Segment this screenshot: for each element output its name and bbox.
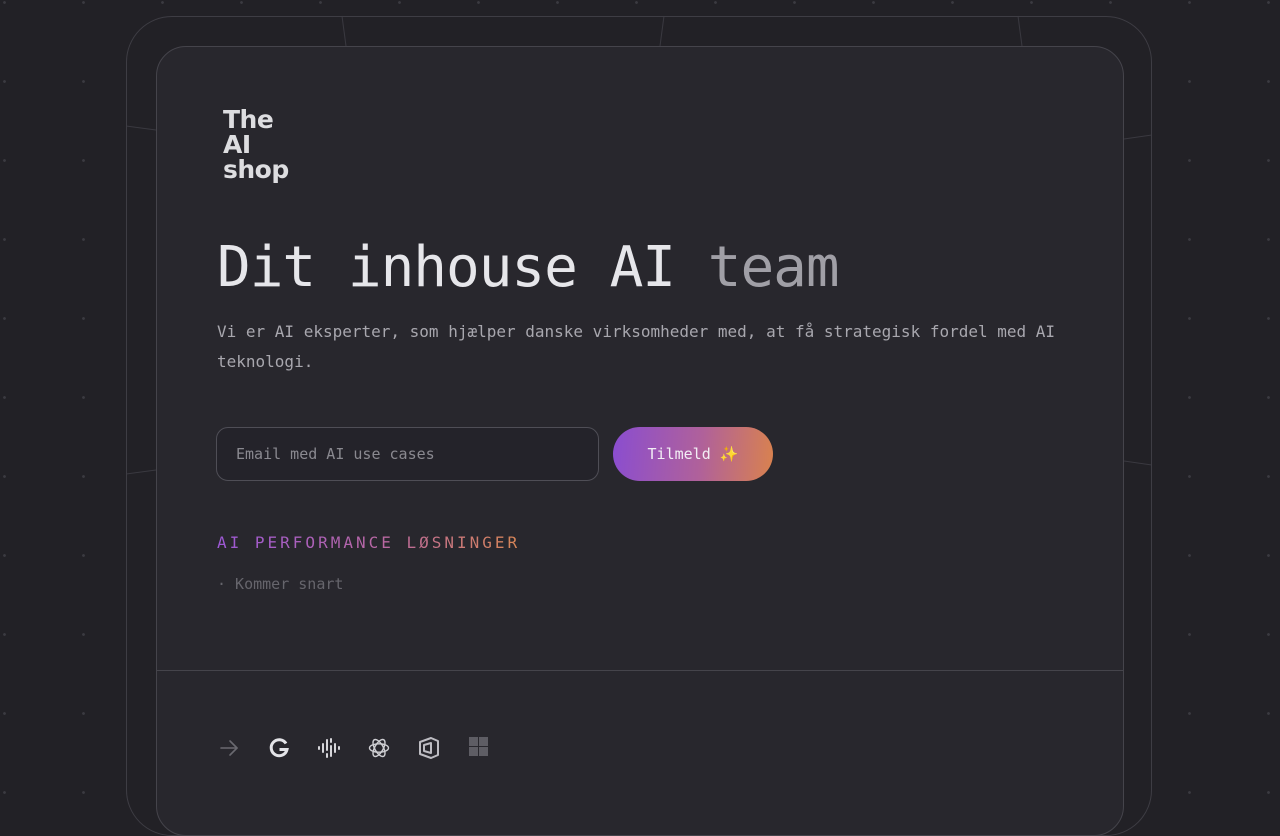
openai-icon[interactable] <box>367 736 391 760</box>
microsoft-windows-icon[interactable] <box>467 736 491 760</box>
hero-headline: Dit inhouse AI team <box>217 233 840 303</box>
headline-faded: team <box>707 235 840 300</box>
partner-icon-row <box>217 733 517 763</box>
logo-line-2: AI <box>223 130 251 159</box>
email-input[interactable] <box>216 427 599 481</box>
hero-card: The AI shop Dit inhouse AI team Vi er AI… <box>156 46 1124 836</box>
logo-line-1: The <box>223 105 274 134</box>
arrow-right-icon[interactable] <box>217 736 241 760</box>
brand-logo[interactable]: The AI shop <box>223 107 289 182</box>
signup-button[interactable]: Tilmeld ✨ <box>613 427 773 481</box>
card-divider <box>157 670 1123 671</box>
solutions-section-label: AI PERFORMANCE LØSNINGER <box>217 533 521 552</box>
coming-soon-text: · Kommer snart <box>217 575 344 593</box>
logo-line-3: shop <box>223 155 289 184</box>
podcast-waveform-icon[interactable] <box>317 736 341 760</box>
hero-subtitle: Vi er AI eksperter, som hjælper danske v… <box>217 322 1056 371</box>
headline-main: Dit inhouse AI <box>217 235 708 300</box>
google-icon[interactable] <box>267 736 291 760</box>
azure-cube-icon[interactable] <box>417 736 441 760</box>
